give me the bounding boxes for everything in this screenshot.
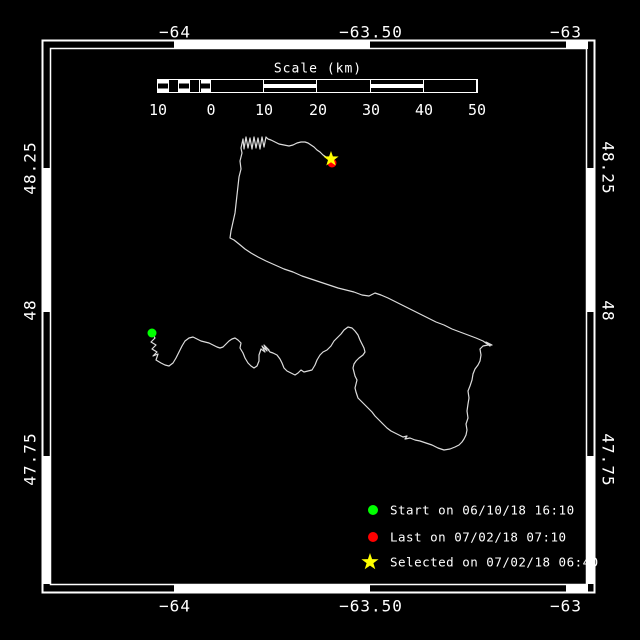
lon-tick-bottom-2: −63: [550, 596, 582, 616]
scale-tick-0: 10: [148, 101, 168, 119]
legend-label-start: Start on 06/10/18 16:10: [390, 502, 575, 518]
scale-tick-4: 30: [361, 101, 381, 119]
scale-bar-cell-7: [317, 80, 371, 92]
legend-label-last: Last on 07/02/18 07:10: [390, 529, 567, 545]
lat-tick-right-0: 48.25: [598, 141, 618, 195]
tracking-map: −64 −63.50 −63 −64 −63.50 −63 48.25 48 4…: [0, 0, 640, 640]
lon-tick-top-0: −64: [159, 22, 191, 42]
scale-bar-cell-8: [370, 80, 424, 92]
lon-tick-top-1: −63.50: [339, 22, 403, 42]
scale-bar-title: Scale (km): [273, 61, 363, 77]
scale-tick-1: 0: [206, 101, 216, 119]
scale-bar-cell-1: [168, 80, 180, 92]
lat-tick-left-1: 48: [20, 299, 40, 321]
scale-tick-5: 40: [414, 101, 434, 119]
scale-bar-cell-0: [158, 80, 169, 92]
lat-tick-right-2: 47.75: [598, 433, 618, 487]
scale-bar: [157, 79, 478, 93]
scale-bar-cell-2: [179, 80, 190, 92]
scale-tick-3: 20: [308, 101, 328, 119]
lon-tick-bottom-0: −64: [159, 596, 191, 616]
track-path: [150, 136, 493, 451]
lon-tick-bottom-1: −63.50: [339, 596, 403, 616]
start-marker[interactable]: [147, 328, 157, 338]
scale-bar-cell-9: [423, 80, 477, 92]
legend-start-icon: [368, 505, 378, 515]
scale-tick-6: 50: [467, 101, 487, 119]
legend-last-icon: [368, 532, 378, 542]
lat-tick-right-1: 48: [598, 300, 618, 322]
scale-tick-2: 10: [254, 101, 274, 119]
lat-tick-left-0: 48.25: [20, 141, 40, 195]
lat-tick-left-2: 47.75: [20, 432, 40, 486]
scale-bar-cell-5: [211, 80, 265, 92]
legend-label-selected: Selected on 07/02/18 06:40: [390, 554, 599, 570]
lon-tick-top-2: −63: [550, 22, 582, 42]
scale-bar-cell-6: [264, 80, 318, 92]
scale-bar-cell-3: [189, 80, 201, 92]
legend-selected-icon: [361, 553, 379, 570]
scale-bar-cell-4: [200, 80, 212, 92]
